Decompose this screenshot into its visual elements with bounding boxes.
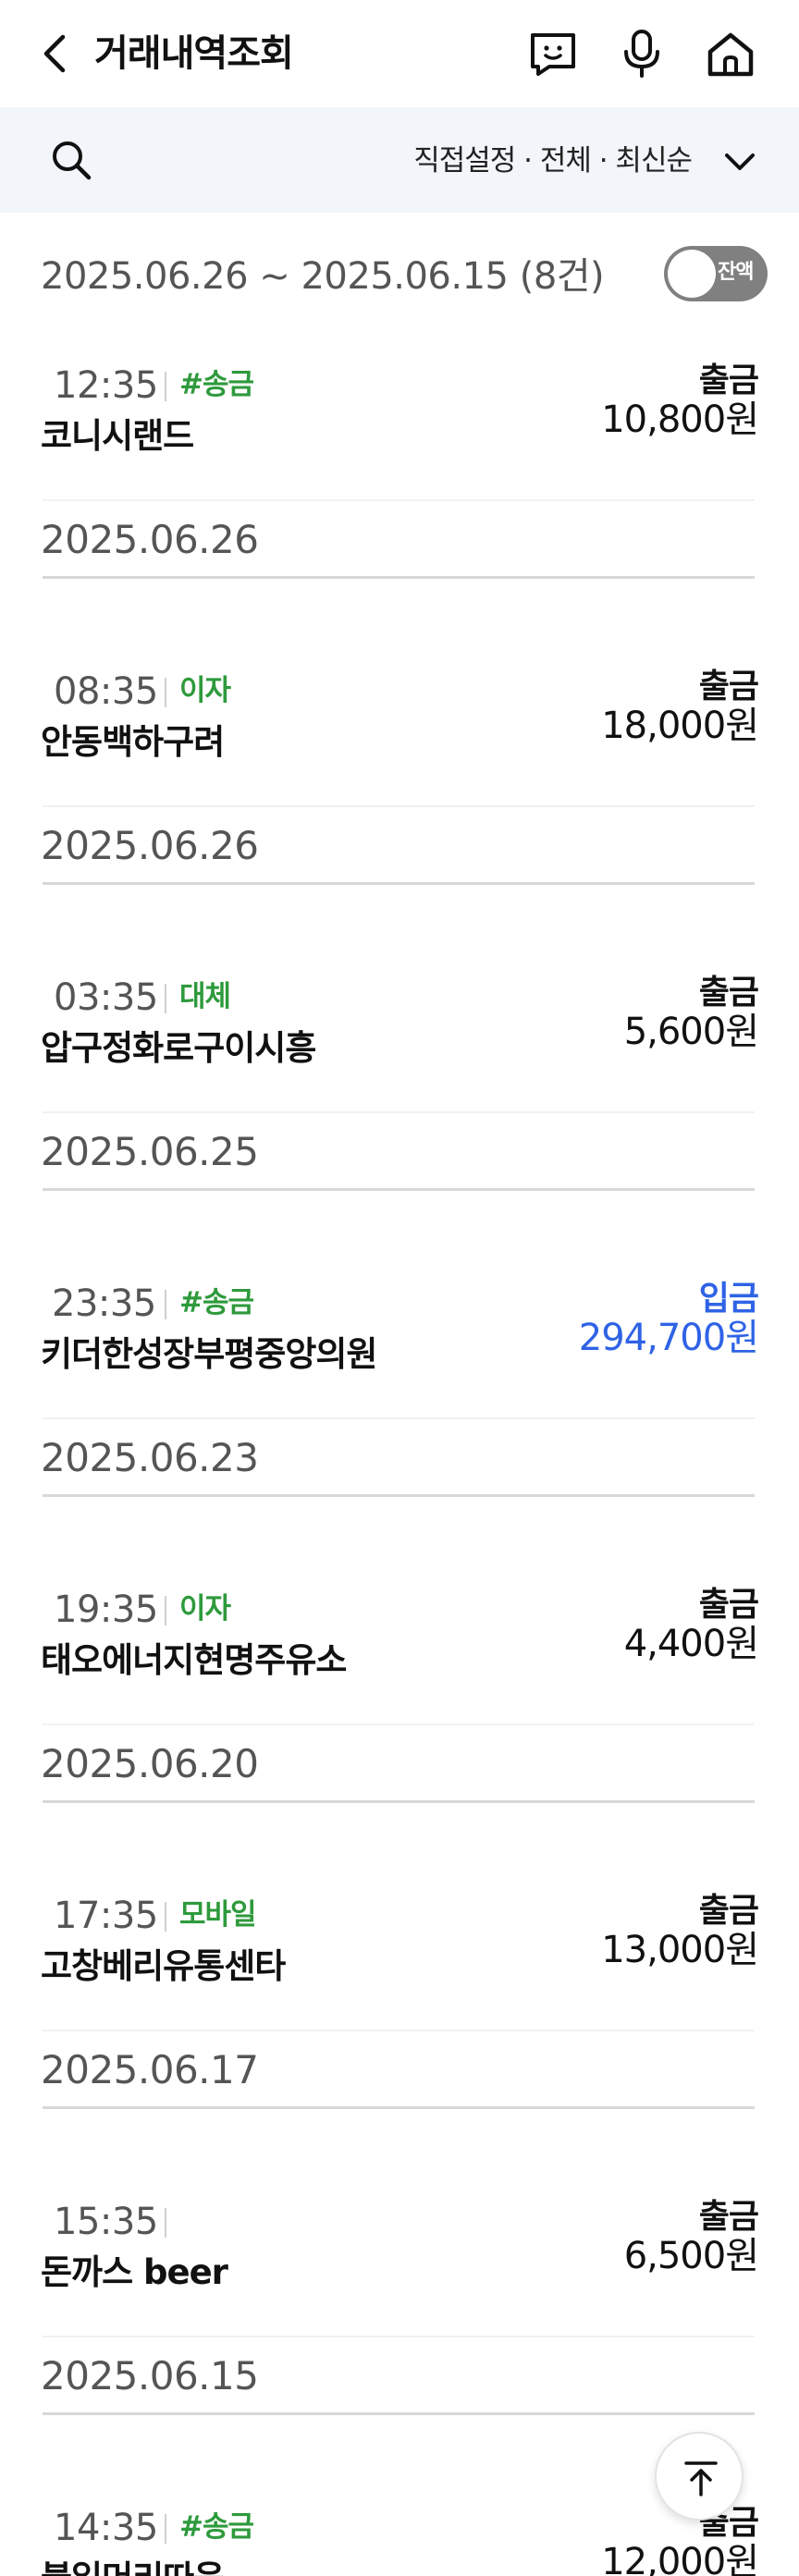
- home-icon[interactable]: [703, 26, 758, 81]
- transaction-tag: #송금: [179, 368, 254, 401]
- transaction-tag: 대체: [179, 980, 231, 1013]
- transaction-time: 19:35: [54, 1589, 158, 1631]
- arrow-up-icon: [684, 2461, 718, 2496]
- time-tag-separator: [165, 1902, 166, 1932]
- transaction-tag: 이자: [179, 1592, 231, 1625]
- time-tag-separator: [165, 1596, 166, 1625]
- back-icon[interactable]: [37, 31, 74, 76]
- date-range-summary: 2025.06.26 ~ 2025.06.15 (8건): [41, 255, 605, 298]
- row-divider: [43, 499, 755, 501]
- transaction-amount: 5,600원: [623, 1011, 759, 1053]
- transaction-name: 압구정화로구이시흥: [41, 1028, 316, 1068]
- balance-toggle[interactable]: 잔액: [664, 246, 768, 301]
- transaction-time: 12:35: [54, 364, 158, 407]
- time-tag-separator: [165, 2208, 166, 2238]
- scroll-to-top-button[interactable]: [655, 2432, 744, 2521]
- transaction-tag: 모바일: [179, 1898, 257, 1932]
- transaction-name: 불일머리따음: [41, 2555, 225, 2576]
- date-header: 2025.06.17: [41, 2047, 259, 2092]
- time-tag-separator: [165, 372, 166, 401]
- row-divider: [43, 1111, 755, 1113]
- date-header: 2025.06.23: [41, 1435, 259, 1480]
- date-divider: [43, 882, 755, 885]
- row-divider: [43, 1417, 755, 1419]
- transaction-time: 08:35: [54, 670, 158, 713]
- app-header: 거래내역조회: [0, 0, 799, 107]
- transaction-amount: 13,000원: [601, 1929, 759, 1971]
- transaction-tag: 이자: [179, 674, 231, 707]
- transaction-amount: 294,700원: [578, 1317, 759, 1359]
- date-header: 2025.06.15: [41, 2353, 259, 2398]
- date-header: 2025.06.26: [41, 517, 259, 562]
- transaction-amount: 18,000원: [601, 705, 759, 747]
- time-tag-separator: [165, 984, 166, 1013]
- chat-icon[interactable]: [525, 26, 581, 81]
- date-header: 2025.06.25: [41, 1129, 259, 1174]
- transaction-time: 23:35: [52, 1282, 156, 1325]
- transaction-name: 돈까스 beer: [41, 2252, 228, 2292]
- transaction-name: 키더한성장부평중앙의원: [41, 1334, 377, 1374]
- transaction-name: 안동백하구려: [41, 722, 225, 762]
- time-tag-separator: [165, 678, 166, 707]
- row-divider: [43, 2336, 755, 2337]
- row-divider: [43, 1723, 755, 1725]
- time-tag-separator: [165, 2514, 166, 2544]
- transaction-time: 15:35: [54, 2201, 158, 2243]
- transaction-name: 고창베리유통센타: [41, 1946, 286, 1986]
- row-divider: [43, 2030, 755, 2031]
- transaction-tag: #송금: [179, 1286, 254, 1319]
- balance-toggle-label: 잔액: [718, 261, 754, 284]
- row-divider: [43, 805, 755, 807]
- date-divider: [43, 1188, 755, 1191]
- date-divider: [43, 2412, 755, 2415]
- transaction-amount: 6,500원: [623, 2235, 759, 2277]
- transaction-time: 17:35: [54, 1895, 158, 1937]
- transaction-name: 태오에너지현명주유소: [41, 1640, 347, 1680]
- time-tag-separator: [165, 1290, 166, 1319]
- filter-summary-button[interactable]: 직접설정 · 전체 · 최신순: [413, 141, 693, 181]
- transaction-amount: 12,000원: [601, 2541, 759, 2576]
- date-header: 2025.06.20: [41, 1741, 259, 1786]
- search-icon[interactable]: [48, 137, 94, 183]
- date-divider: [43, 576, 755, 579]
- transaction-time: 03:35: [54, 976, 158, 1019]
- page-title: 거래내역조회: [94, 32, 294, 75]
- transaction-history-page: 거래내역조회 직접설정 · 전체 · 최신순 2025.06.26 ~ 2025…: [0, 0, 799, 2576]
- transaction-tag: #송금: [179, 2510, 254, 2544]
- date-divider: [43, 2106, 755, 2109]
- transaction-name: 코니시랜드: [41, 416, 194, 456]
- date-header: 2025.06.26: [41, 823, 259, 868]
- mic-icon[interactable]: [614, 26, 670, 81]
- date-divider: [43, 1800, 755, 1803]
- transaction-amount: 4,400원: [623, 1623, 759, 1665]
- chevron-down-icon[interactable]: [721, 148, 758, 176]
- toggle-knob: [668, 250, 716, 298]
- transaction-time: 14:35: [54, 2507, 158, 2549]
- transaction-amount: 10,800원: [601, 399, 759, 441]
- date-divider: [43, 1494, 755, 1497]
